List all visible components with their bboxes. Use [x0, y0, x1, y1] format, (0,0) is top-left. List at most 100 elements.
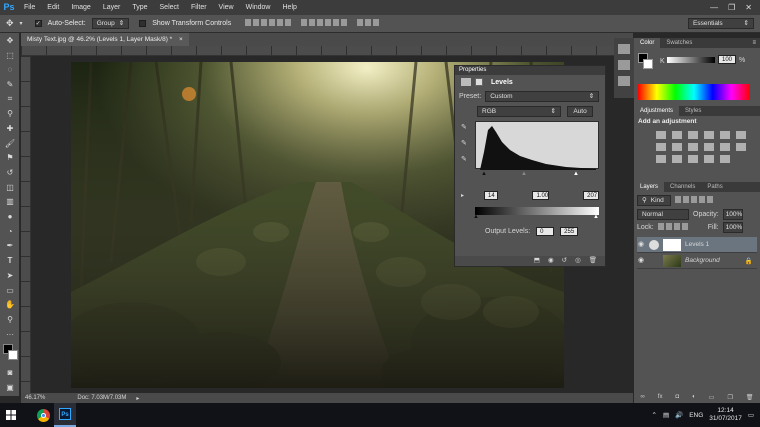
menu-filter[interactable]: Filter [185, 0, 213, 15]
menu-help[interactable]: Help [277, 0, 303, 15]
start-button[interactable] [0, 403, 22, 427]
tool-preset-dropdown-icon[interactable]: ▾ [20, 20, 23, 27]
menu-layer[interactable]: Layer [97, 0, 127, 15]
color-swatches[interactable] [0, 341, 20, 365]
blur-tool-icon[interactable]: ● [0, 209, 20, 224]
gray-point-eyedropper-icon[interactable]: ✎ [461, 139, 467, 147]
gradient-tool-icon[interactable]: ▥ [0, 195, 20, 210]
eye-icon[interactable]: ◉ [637, 257, 645, 265]
menu-image[interactable]: Image [65, 0, 96, 15]
visibility-icon[interactable]: ◎ [575, 256, 581, 266]
crop-tool-icon[interactable]: ⌗ [0, 92, 20, 107]
fill-field[interactable]: 100% [722, 222, 743, 233]
eyedropper-tool-icon[interactable]: ⚲ [0, 106, 20, 121]
tab-channels[interactable]: Channels [664, 184, 701, 190]
input-slider[interactable]: ▲ ▲ ▲ [475, 171, 599, 177]
clock[interactable]: 12:14 31/07/2017 [709, 407, 742, 423]
layer-filter-icons[interactable] [675, 195, 715, 205]
quick-select-tool-icon[interactable]: ✎ [0, 77, 20, 92]
more-tools-icon[interactable]: ··· [0, 327, 20, 342]
marquee-tool-icon[interactable]: ⬚ [0, 48, 20, 63]
move-tool-icon[interactable]: ✥ [0, 33, 20, 48]
menu-window[interactable]: Window [240, 0, 277, 15]
opacity-field[interactable]: 100% [722, 209, 743, 220]
transform-controls-checkbox[interactable] [139, 20, 147, 27]
menu-edit[interactable]: Edit [41, 0, 65, 15]
background-color-swatch[interactable] [8, 350, 18, 361]
color-spectrum[interactable] [638, 84, 750, 100]
black-slider-handle[interactable]: ▲ [481, 171, 487, 177]
output-black-handle[interactable]: ▲ [473, 214, 479, 220]
workspace-dropdown[interactable]: Essentials ⇕ [688, 18, 754, 29]
lock-icons[interactable] [657, 223, 690, 232]
notifications-icon[interactable]: ▭ [748, 411, 754, 419]
lasso-tool-icon[interactable]: ◌ [0, 62, 20, 77]
input-white-field[interactable]: 207 [583, 190, 599, 200]
tab-color[interactable]: Color [634, 38, 661, 48]
background-color-swatch[interactable] [643, 59, 653, 69]
auto-select-dropdown[interactable]: Group ⇕ [91, 18, 130, 29]
layer-row-background[interactable]: ◉ Background 🔒 [637, 253, 757, 269]
layer-filter-dropdown[interactable]: ⚲ Kind [637, 194, 671, 206]
pen-tool-icon[interactable]: ✒ [0, 239, 20, 254]
gray-slider-handle[interactable]: ▲ [521, 171, 527, 177]
clip-warning-icon[interactable]: ▸ [461, 192, 464, 199]
input-gamma-field[interactable]: 1.00 [532, 190, 550, 200]
input-black-field[interactable]: 14 [484, 190, 499, 200]
network-icon[interactable]: ▤ [663, 411, 669, 419]
paragraph-panel-icon[interactable] [618, 76, 630, 86]
dodge-tool-icon[interactable]: ◔ [0, 224, 20, 239]
eraser-tool-icon[interactable]: ◫ [0, 180, 20, 195]
adjustment-icons[interactable] [656, 131, 756, 163]
volume-icon[interactable]: 🔊 [675, 411, 683, 419]
tab-paths[interactable]: Paths [701, 184, 728, 190]
new-adjustment-icon[interactable]: ◐ [692, 394, 696, 403]
link-layers-icon[interactable]: ∞ [641, 394, 645, 403]
menu-type[interactable]: Type [126, 0, 153, 15]
fx-icon[interactable]: fx [658, 394, 663, 403]
tab-swatches[interactable]: Swatches [660, 40, 698, 46]
minimize-button[interactable]: — [710, 3, 718, 12]
zoom-level[interactable]: 46.17% [25, 395, 45, 401]
eye-icon[interactable]: ◉ [637, 241, 645, 249]
path-select-tool-icon[interactable]: ➤ [0, 268, 20, 283]
chrome-taskbar-icon[interactable] [32, 403, 54, 427]
new-group-icon[interactable]: ▭ [709, 394, 715, 403]
brush-tool-icon[interactable]: 🖌 [0, 136, 20, 151]
tab-adjustments[interactable]: Adjustments [634, 106, 680, 116]
add-mask-icon[interactable]: ◘ [675, 394, 679, 403]
document-tab[interactable]: Misty Text.jpg @ 46.2% (Levels 1, Layer … [21, 33, 189, 46]
black-point-eyedropper-icon[interactable]: ✎ [461, 123, 467, 131]
output-white-handle[interactable]: ▲ [593, 214, 599, 220]
mask-icon[interactable] [475, 78, 483, 86]
view-previous-icon[interactable]: ◉ [548, 256, 554, 266]
zoom-tool-icon[interactable]: ⚲ [0, 312, 20, 327]
photoshop-taskbar-icon[interactable]: Ps [54, 403, 76, 427]
panel-menu-icon[interactable]: ≡ [752, 40, 760, 46]
new-layer-icon[interactable]: ❐ [727, 394, 732, 403]
layer-mask-thumbnail[interactable] [663, 238, 681, 251]
white-slider-handle[interactable]: ▲ [573, 171, 579, 177]
history-panel-icon[interactable] [618, 44, 630, 54]
screen-mode-icon[interactable]: ▣ [0, 380, 20, 395]
output-slider[interactable]: ▲ ▲ [473, 214, 599, 220]
move-tool-icon[interactable]: ✥ [6, 18, 14, 29]
history-brush-tool-icon[interactable]: ↺ [0, 165, 20, 180]
clone-stamp-tool-icon[interactable]: ⚑ [0, 151, 20, 166]
channel-dropdown[interactable]: RGB ⇕ [477, 105, 561, 117]
chevron-up-icon[interactable]: ⌃ [652, 411, 657, 419]
blend-mode-dropdown[interactable]: Normal [637, 209, 689, 220]
language-indicator[interactable]: ENG [689, 412, 703, 419]
status-arrow-icon[interactable]: ▸ [136, 395, 139, 402]
align-icons[interactable] [245, 19, 381, 28]
tab-layers[interactable]: Layers [634, 182, 665, 192]
delete-icon[interactable]: 🗑 [589, 256, 597, 266]
menu-view[interactable]: View [213, 0, 240, 15]
close-tab-icon[interactable]: × [179, 36, 183, 43]
hand-tool-icon[interactable]: ✋ [0, 297, 20, 312]
type-tool-icon[interactable]: T [0, 253, 20, 268]
auto-select-checkbox[interactable]: ✓ [34, 20, 42, 27]
k-value-field[interactable]: 100 [718, 55, 736, 64]
preset-dropdown[interactable]: Custom ⇕ [485, 90, 600, 102]
k-slider[interactable] [667, 57, 715, 63]
